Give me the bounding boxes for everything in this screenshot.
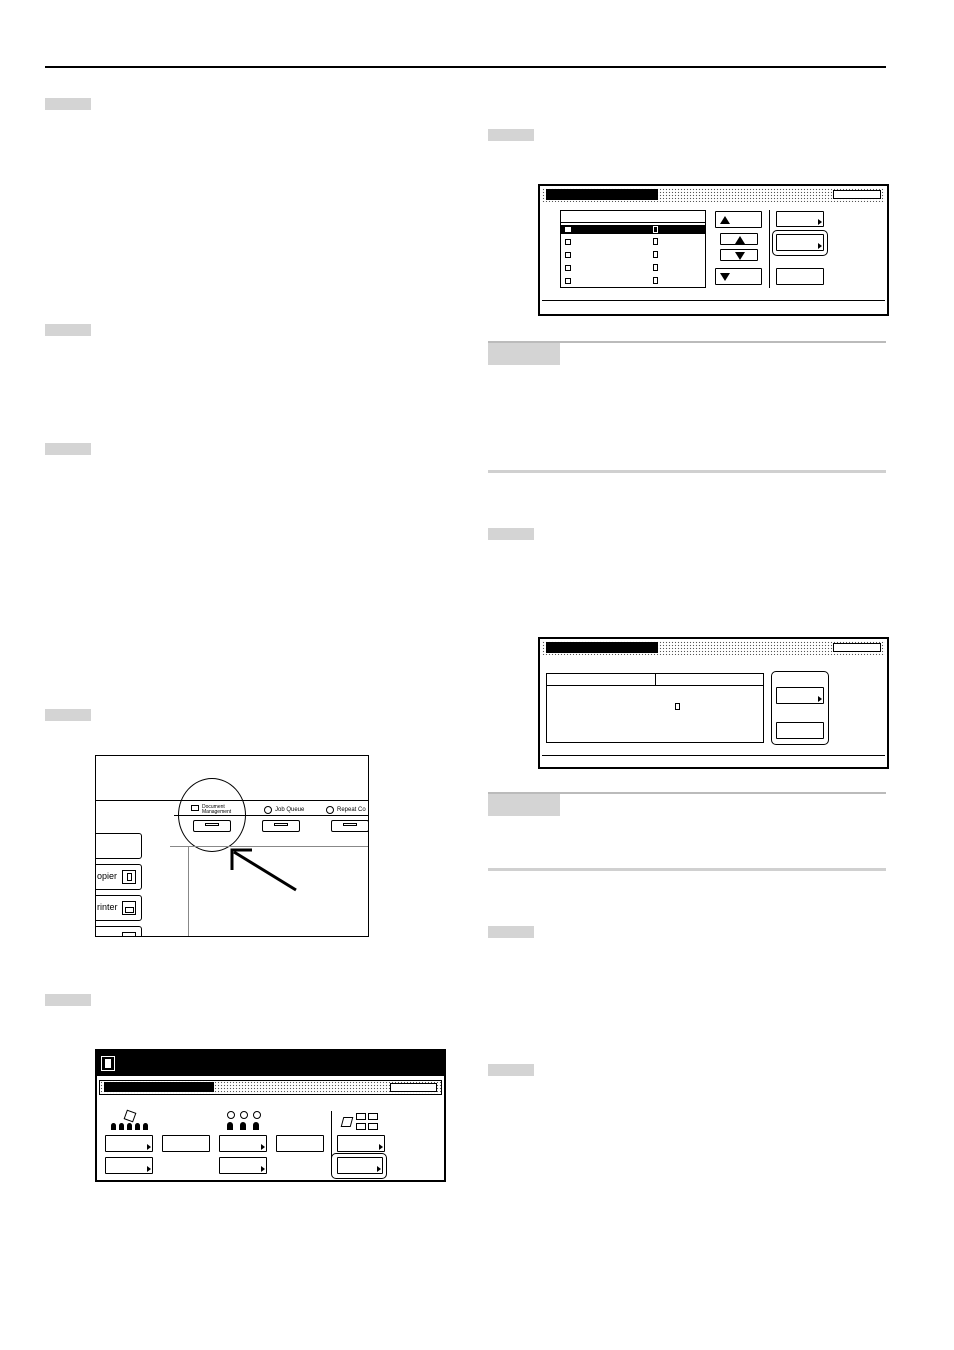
file-icon bbox=[565, 278, 571, 284]
synergy-box-button[interactable] bbox=[219, 1135, 267, 1152]
screen-title-bar bbox=[97, 1051, 444, 1076]
file-list-box bbox=[560, 210, 706, 288]
form-print-button[interactable] bbox=[337, 1157, 383, 1174]
copier-label: opier bbox=[97, 871, 118, 881]
synergy-print-box-icon bbox=[225, 1111, 265, 1131]
step-marker-2 bbox=[45, 324, 91, 336]
detail-button[interactable] bbox=[776, 211, 824, 227]
side-key-partial[interactable] bbox=[96, 926, 142, 936]
screen-title-block bbox=[546, 642, 658, 653]
file-row-selected[interactable] bbox=[561, 225, 705, 234]
step-marker-5 bbox=[45, 994, 91, 1006]
control-panel-illustration: Document Management Job Queue Repeat Co … bbox=[95, 755, 369, 937]
printer-label: rinter bbox=[97, 902, 118, 912]
indicator-lamp bbox=[274, 823, 288, 826]
step-marker-9 bbox=[488, 1064, 534, 1076]
double-down-icon bbox=[720, 273, 730, 281]
status-rule bbox=[542, 300, 885, 301]
print-button[interactable] bbox=[219, 1157, 267, 1174]
job-queue-key[interactable] bbox=[262, 820, 300, 832]
note-marker-2 bbox=[488, 794, 560, 816]
scroll-down-button[interactable] bbox=[720, 249, 758, 261]
page-icon bbox=[653, 277, 658, 284]
page-icon bbox=[675, 703, 680, 710]
down-arrow-icon bbox=[735, 252, 745, 260]
close-button[interactable] bbox=[833, 643, 881, 652]
file-icon bbox=[565, 265, 571, 271]
page-down-button[interactable] bbox=[715, 268, 762, 285]
close-button[interactable] bbox=[833, 190, 881, 199]
step-marker-1 bbox=[45, 98, 91, 110]
highlight-circle bbox=[178, 778, 246, 852]
page-icon bbox=[653, 264, 658, 271]
indicator-lamp bbox=[343, 823, 357, 826]
scroll-up-button[interactable] bbox=[720, 233, 758, 245]
copier-key[interactable]: opier bbox=[96, 864, 142, 890]
job-queue-label: Job Queue bbox=[275, 807, 305, 813]
page-top-rule bbox=[45, 66, 886, 68]
registration-button-2[interactable] bbox=[276, 1135, 324, 1152]
document-management-screen bbox=[95, 1049, 446, 1182]
step-marker-8 bbox=[488, 926, 534, 938]
shared-box-button[interactable] bbox=[105, 1135, 153, 1152]
select-button[interactable] bbox=[776, 234, 824, 251]
file-detail-screen bbox=[538, 637, 889, 769]
registration-button[interactable] bbox=[162, 1135, 210, 1152]
screen-title-block bbox=[104, 1082, 214, 1092]
up-arrow-icon bbox=[735, 236, 745, 244]
form-box-icon bbox=[340, 1113, 382, 1133]
step-marker-4 bbox=[45, 709, 91, 721]
repeat-copy-key[interactable] bbox=[331, 820, 368, 832]
printer-icon bbox=[122, 901, 136, 915]
screen-header-frame bbox=[99, 1080, 442, 1095]
divider bbox=[769, 210, 770, 288]
page-icon bbox=[653, 226, 658, 233]
delete-button[interactable] bbox=[776, 268, 824, 285]
job-queue-icon bbox=[264, 806, 272, 814]
repeat-copy-icon bbox=[326, 806, 334, 814]
side-key-blank[interactable] bbox=[96, 833, 142, 859]
note-bottom-rule-1 bbox=[488, 470, 886, 473]
detail-info-box bbox=[546, 673, 764, 743]
repeat-copy-label: Repeat Co bbox=[337, 807, 366, 813]
copier-icon bbox=[122, 870, 136, 884]
printer-key[interactable]: rinter bbox=[96, 895, 142, 921]
note-bottom-rule-2 bbox=[488, 868, 886, 871]
page-up-button[interactable] bbox=[715, 211, 762, 228]
page-icon bbox=[653, 238, 658, 245]
step-marker-7 bbox=[488, 528, 534, 540]
document-icon bbox=[101, 1056, 115, 1071]
file-icon bbox=[565, 252, 571, 258]
page-icon bbox=[653, 251, 658, 258]
file-icon bbox=[565, 227, 571, 232]
pointer-arrow-icon bbox=[230, 848, 297, 892]
step-marker-6 bbox=[488, 129, 534, 141]
step-marker-3 bbox=[45, 443, 91, 455]
file-list-screen bbox=[538, 184, 889, 316]
double-up-icon bbox=[720, 216, 730, 224]
shared-data-box-icon bbox=[105, 1109, 153, 1131]
status-rule bbox=[542, 755, 885, 756]
back-button[interactable] bbox=[776, 722, 824, 739]
note-marker-1 bbox=[488, 343, 560, 365]
print-button[interactable] bbox=[776, 687, 824, 704]
screen-title-block bbox=[546, 189, 658, 200]
close-button[interactable] bbox=[390, 1083, 437, 1092]
file-icon bbox=[565, 239, 571, 245]
form-box-button[interactable] bbox=[337, 1135, 385, 1152]
store-button[interactable] bbox=[105, 1157, 153, 1174]
